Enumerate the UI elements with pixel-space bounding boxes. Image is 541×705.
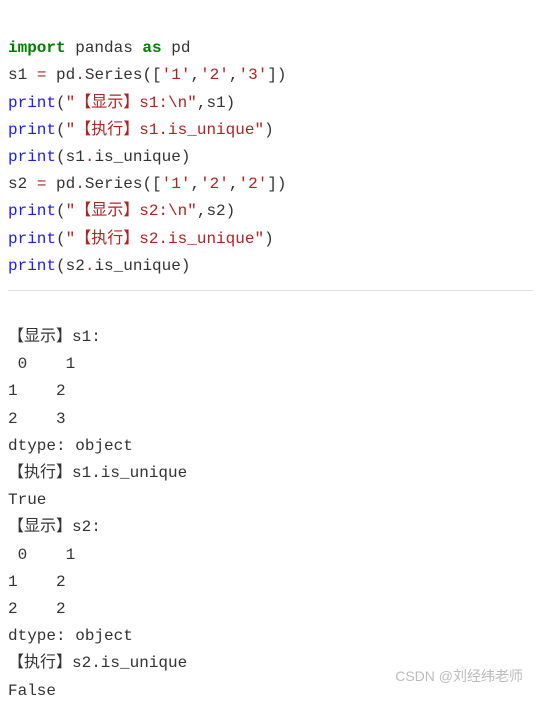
output-line: 【显示】s2: xyxy=(8,518,101,536)
code-block: import pandas as pd s1 = pd.Series(['1',… xyxy=(8,8,533,280)
output-line: False xyxy=(8,682,56,700)
output-line: 2 2 xyxy=(8,600,66,618)
output-line: 0 1 xyxy=(8,355,75,373)
code-line-8: print("【执行】s2.is_unique") xyxy=(8,230,274,248)
output-line: 0 1 xyxy=(8,546,75,564)
output-line: dtype: object xyxy=(8,437,133,455)
code-line-9: print(s2.is_unique) xyxy=(8,257,190,275)
output-line: 1 2 xyxy=(8,573,66,591)
code-line-5: print(s1.is_unique) xyxy=(8,148,190,166)
code-line-4: print("【执行】s1.is_unique") xyxy=(8,121,274,139)
output-line: True xyxy=(8,491,46,509)
output-line: 2 3 xyxy=(8,410,66,428)
code-line-2: s1 = pd.Series(['1','2','3']) xyxy=(8,66,287,84)
output-line: dtype: object xyxy=(8,627,133,645)
output-line: 【执行】s2.is_unique xyxy=(8,654,187,672)
watermark: CSDN @刘经纬老师 xyxy=(395,665,523,689)
output-block: 【显示】s1: 0 1 1 2 2 3 dtype: object 【执行】s1… xyxy=(8,290,533,705)
code-line-7: print("【显示】s2:\n",s2) xyxy=(8,202,235,220)
code-line-3: print("【显示】s1:\n",s1) xyxy=(8,94,235,112)
code-line-6: s2 = pd.Series(['1','2','2']) xyxy=(8,175,287,193)
output-line: 1 2 xyxy=(8,382,66,400)
output-line: 【执行】s1.is_unique xyxy=(8,464,187,482)
output-line: 【显示】s1: xyxy=(8,328,101,346)
code-line-1: import pandas as pd xyxy=(8,39,190,57)
